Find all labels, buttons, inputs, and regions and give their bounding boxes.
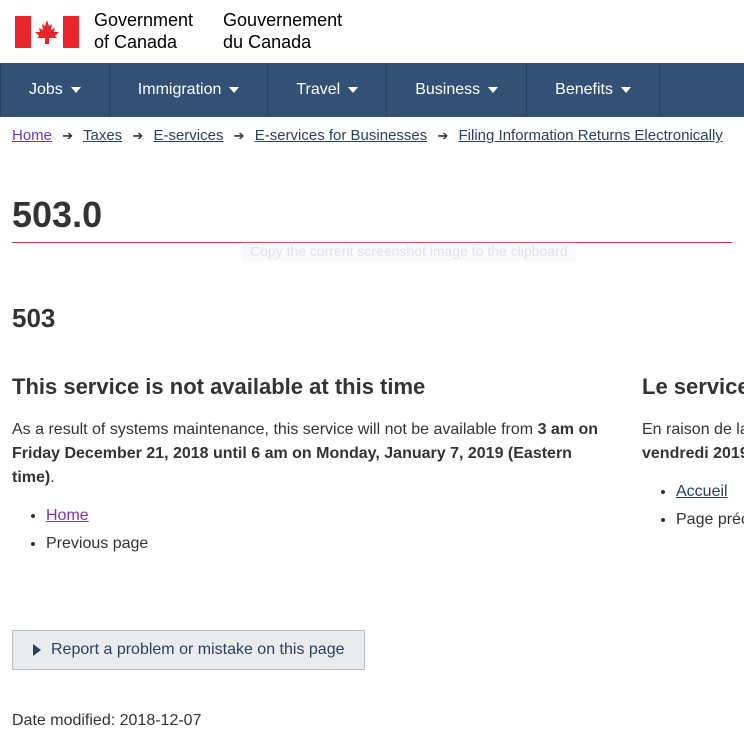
brand-fr-line1: Gouvernement <box>223 10 342 32</box>
nav-jobs[interactable]: Jobs <box>0 63 110 117</box>
arrow-right-icon: ➔ <box>62 128 73 143</box>
content-columns: This service is not available at this ti… <box>12 374 732 560</box>
nav-immigration[interactable]: Immigration <box>110 63 269 117</box>
column-en: This service is not available at this ti… <box>12 374 602 560</box>
report-button-label: Report a problem or mistake on this page <box>51 641 344 659</box>
chevron-down-icon <box>229 87 239 93</box>
links-fr: Accueil Page précéden <box>676 480 744 532</box>
nav-business-label: Business <box>415 81 480 99</box>
brand-en-line1: Government <box>94 10 193 32</box>
link-home-fr[interactable]: Accueil <box>676 483 728 500</box>
brand-fr: Gouvernement du Canada <box>223 10 342 53</box>
chevron-down-icon <box>488 87 498 93</box>
links-en: Home Previous page <box>46 504 602 556</box>
breadcrumb-eservices[interactable]: E-services <box>153 127 223 144</box>
triangle-right-icon <box>33 644 41 656</box>
nav-benefits[interactable]: Benefits <box>527 63 660 117</box>
breadcrumb-home[interactable]: Home <box>12 127 52 144</box>
nav-immigration-label: Immigration <box>138 81 222 99</box>
nav-business[interactable]: Business <box>387 63 527 117</box>
brand-en-line2: of Canada <box>94 32 193 54</box>
nav-benefits-label: Benefits <box>555 81 613 99</box>
breadcrumb: Home ➔ Taxes ➔ E-services ➔ E-services f… <box>0 117 744 154</box>
link-home-en[interactable]: Home <box>46 507 89 524</box>
heading-fr: Le service est <box>642 374 744 400</box>
paragraph-en: As a result of systems maintenance, this… <box>12 418 602 490</box>
brand-fr-line2: du Canada <box>223 32 342 54</box>
date-modified-label: Date modified: <box>12 712 120 729</box>
chevron-down-icon <box>348 87 358 93</box>
chevron-down-icon <box>621 87 631 93</box>
site-header: Government of Canada Gouvernement du Can… <box>0 0 744 63</box>
main-nav: Jobs Immigration Travel Business Benefit… <box>0 63 744 117</box>
breadcrumb-filing[interactable]: Filing Information Returns Electronicall… <box>459 127 723 144</box>
nav-travel-label: Travel <box>296 81 340 99</box>
paragraph-fr: En raison de la mise à partir de 3 h, le… <box>642 418 744 466</box>
canada-flag-icon <box>15 16 79 48</box>
arrow-right-icon: ➔ <box>437 128 448 143</box>
column-fr: Le service est En raison de la mise à pa… <box>642 374 744 560</box>
page-title: 503.0 <box>12 194 732 243</box>
list-item: Home <box>46 504 602 528</box>
arrow-right-icon: ➔ <box>132 128 143 143</box>
date-modified: Date modified: 2018-12-07 <box>12 712 732 730</box>
error-code: 503 <box>12 303 732 334</box>
list-item: Accueil <box>676 480 744 504</box>
nav-travel[interactable]: Travel <box>268 63 387 117</box>
breadcrumb-eservices-biz[interactable]: E-services for Businesses <box>255 127 428 144</box>
main-content: 503.0 Copy the current screenshot image … <box>0 194 744 730</box>
list-item: Previous page <box>46 532 602 556</box>
heading-en: This service is not available at this ti… <box>12 374 602 400</box>
chevron-down-icon <box>71 87 81 93</box>
brand-wordmark: Government of Canada Gouvernement du Can… <box>94 10 342 53</box>
date-modified-value: 2018-12-07 <box>120 712 202 729</box>
brand-en: Government of Canada <box>94 10 193 53</box>
breadcrumb-taxes[interactable]: Taxes <box>83 127 122 144</box>
ghost-tooltip: Copy the current screenshot image to the… <box>242 241 576 261</box>
nav-jobs-label: Jobs <box>29 81 63 99</box>
list-item: Page précéden <box>676 508 744 532</box>
report-problem-button[interactable]: Report a problem or mistake on this page <box>12 630 365 670</box>
arrow-right-icon: ➔ <box>234 128 245 143</box>
